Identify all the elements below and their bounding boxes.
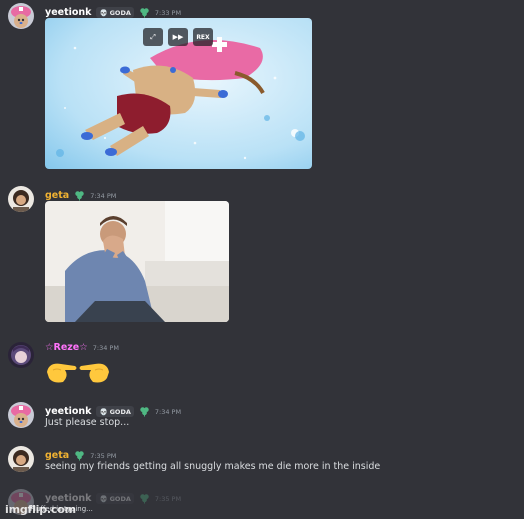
timestamp[interactable]: 7:33 PM [155,9,181,17]
skull-icon: 💀 [99,494,108,503]
message-content: Just please stop... [45,417,130,428]
avatar-reze[interactable] [8,342,34,368]
timestamp[interactable]: 7:34 PM [93,344,119,352]
pointing-fingers-emoji [45,356,111,386]
username[interactable]: geta [45,190,69,201]
message-content: seeing my friends getting all snuggly ma… [45,461,381,472]
gif-attachment[interactable]: ⤢ ▶▶ REX [45,18,312,169]
skull-icon: 💀 [99,8,108,17]
avatar-yeetionk[interactable] [8,3,34,29]
message-header: ☆Reze☆ 7:34 PM [45,342,119,353]
timestamp[interactable]: 7:34 PM [90,192,116,200]
image-attachment[interactable] [45,201,229,322]
avatar-geta[interactable] [8,446,34,472]
timestamp[interactable]: 7:35 PM [90,452,116,460]
guild-tag[interactable]: 💀 GODA [96,493,134,504]
username[interactable]: yeetionk [45,406,91,417]
username[interactable]: geta [45,450,69,461]
username[interactable]: yeetionk [45,7,91,18]
watermark: imgflip.com [5,503,76,516]
gif-play-icon[interactable]: ▶▶ [168,28,188,46]
timestamp[interactable]: 7:34 PM [155,408,181,416]
timestamp[interactable]: 7:35 PM [155,495,181,503]
guild-tag[interactable]: 💀 GODA [96,406,134,417]
username[interactable]: ☆Reze☆ [45,342,88,353]
guild-tag[interactable]: 💀 GODA [96,7,134,18]
expand-icon[interactable]: ⤢ [143,28,163,46]
clover-badge-icon[interactable] [139,402,150,421]
avatar-yeetionk[interactable] [8,402,34,428]
media-label[interactable]: REX [193,28,213,46]
clover-badge-icon[interactable] [139,489,150,508]
avatar-geta[interactable] [8,186,34,212]
skull-icon: 💀 [99,407,108,416]
